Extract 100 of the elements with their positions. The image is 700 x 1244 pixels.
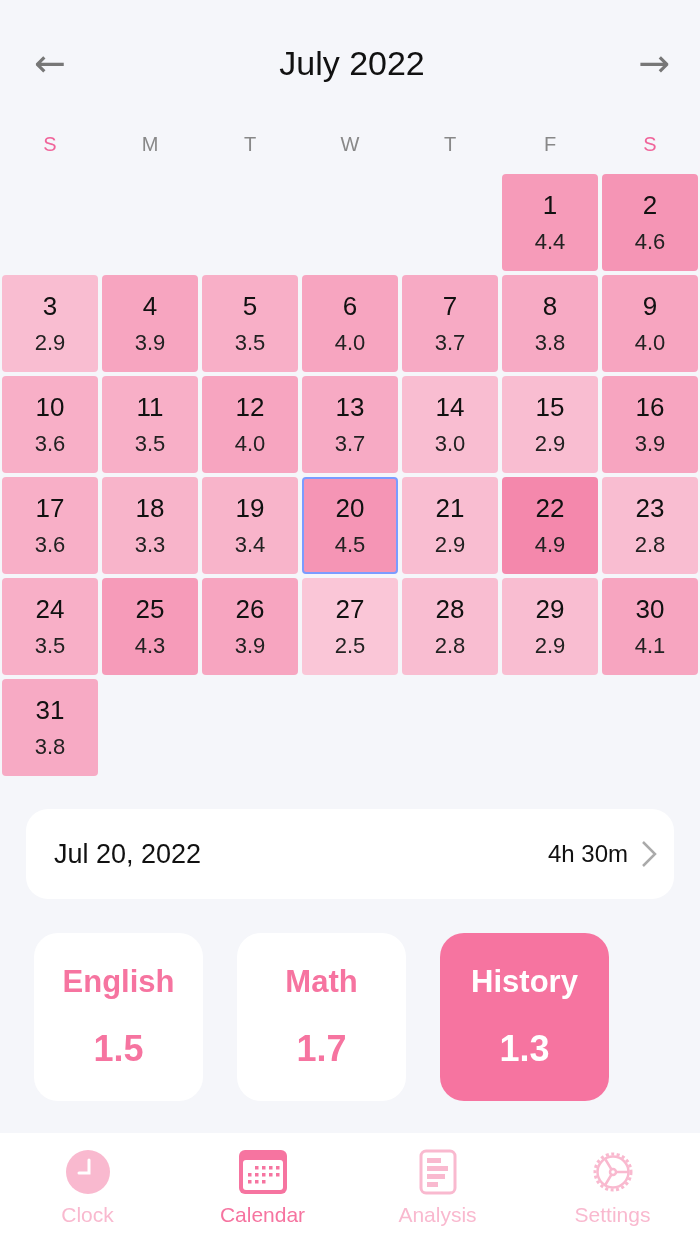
day-cell[interactable]: 9 4.0	[602, 275, 698, 372]
day-number: 1	[542, 190, 558, 221]
day-number: 27	[335, 594, 365, 625]
previous-month-button[interactable]: ←	[30, 44, 70, 82]
summary-duration: 4h 30m	[547, 840, 628, 868]
day-cell[interactable]: 5 3.5	[202, 275, 298, 372]
day-summary-row[interactable]: Jul 20, 2022 4h 30m	[26, 809, 674, 899]
day-value: 3.6	[34, 532, 66, 558]
day-cell[interactable]: 4 3.9	[102, 275, 198, 372]
day-value: 4.1	[634, 633, 666, 659]
day-value: 2.8	[434, 633, 466, 659]
day-value: 4.5	[334, 532, 366, 558]
day-cell[interactable]: 28 2.8	[402, 578, 498, 675]
day-number: 11	[136, 392, 164, 423]
day-cell[interactable]: 1 4.4	[502, 174, 598, 271]
day-value: 2.8	[634, 532, 666, 558]
day-cell[interactable]: 16 3.9	[602, 376, 698, 473]
day-number: 28	[435, 594, 465, 625]
day-cell[interactable]: 22 4.9	[502, 477, 598, 574]
day-value: 3.6	[34, 431, 66, 457]
weekday-label: W	[339, 132, 361, 156]
weekday-label: F	[542, 132, 558, 156]
day-number: 13	[335, 392, 365, 423]
day-number: 9	[642, 291, 658, 322]
day-cell[interactable]: 21 2.9	[402, 477, 498, 574]
day-cell[interactable]: 14 3.0	[402, 376, 498, 473]
day-cell[interactable]: 12 4.0	[202, 376, 298, 473]
day-number: 20	[335, 493, 365, 524]
day-cell[interactable]: 3 2.9	[2, 275, 98, 372]
next-month-button[interactable]: →	[634, 44, 674, 82]
day-number: 22	[535, 493, 565, 524]
day-number: 5	[242, 291, 258, 322]
subject-name: English	[62, 964, 175, 1000]
day-cell[interactable]: 20 4.5	[302, 477, 398, 574]
day-cell[interactable]: 8 3.8	[502, 275, 598, 372]
day-cell[interactable]: 7 3.7	[402, 275, 498, 372]
day-value: 4.9	[534, 532, 566, 558]
day-number: 16	[635, 392, 665, 423]
day-number: 12	[235, 392, 265, 423]
day-value: 3.7	[434, 330, 466, 356]
day-value: 4.6	[634, 229, 666, 255]
day-value: 3.9	[134, 330, 166, 356]
weekday-label: S	[42, 132, 58, 156]
day-value: 3.9	[634, 431, 666, 457]
day-number: 19	[235, 493, 265, 524]
day-cell[interactable]: 30 4.1	[602, 578, 698, 675]
day-value: 2.9	[434, 532, 466, 558]
day-value: 3.3	[134, 532, 166, 558]
clock-icon	[64, 1149, 111, 1195]
day-number: 23	[635, 493, 665, 524]
subject-value: 1.3	[499, 1028, 550, 1070]
day-number: 30	[635, 594, 665, 625]
day-cell[interactable]: 17 3.6	[2, 477, 98, 574]
day-number: 24	[35, 594, 65, 625]
day-number: 3	[42, 291, 58, 322]
day-value: 2.9	[34, 330, 66, 356]
day-cell[interactable]: 27 2.5	[302, 578, 398, 675]
subject-name: History	[471, 964, 578, 1000]
day-number: 8	[542, 291, 558, 322]
day-number: 6	[342, 291, 358, 322]
day-cell[interactable]: 23 2.8	[602, 477, 698, 574]
day-number: 31	[35, 695, 65, 726]
day-number: 29	[535, 594, 565, 625]
day-value: 4.0	[334, 330, 366, 356]
day-cell[interactable]: 19 3.4	[202, 477, 298, 574]
day-cell[interactable]: 10 3.6	[2, 376, 98, 473]
day-number: 2	[642, 190, 658, 221]
day-number: 10	[35, 392, 65, 423]
day-value: 2.9	[534, 633, 566, 659]
day-value: 2.5	[334, 633, 366, 659]
day-cell[interactable]: 31 3.8	[2, 679, 98, 776]
day-cell[interactable]: 15 2.9	[502, 376, 598, 473]
day-cell[interactable]: 2 4.6	[602, 174, 698, 271]
report-icon	[418, 1149, 457, 1195]
day-value: 3.8	[534, 330, 566, 356]
day-cell[interactable]: 29 2.9	[502, 578, 598, 675]
day-value: 4.3	[134, 633, 166, 659]
summary-date: Jul 20, 2022	[54, 838, 203, 870]
day-cell[interactable]: 24 3.5	[2, 578, 98, 675]
day-cell[interactable]: 13 3.7	[302, 376, 398, 473]
day-number: 7	[442, 291, 458, 322]
subject-name: Math	[285, 964, 358, 1000]
day-number: 26	[235, 594, 265, 625]
day-number: 18	[135, 493, 165, 524]
day-number: 14	[435, 392, 465, 423]
day-cell[interactable]: 6 4.0	[302, 275, 398, 372]
weekday-label: M	[140, 132, 160, 156]
day-cell[interactable]: 25 4.3	[102, 578, 198, 675]
day-cell[interactable]: 26 3.9	[202, 578, 298, 675]
day-cell[interactable]: 18 3.3	[102, 477, 198, 574]
day-value: 3.4	[234, 532, 266, 558]
subject-value: 1.7	[296, 1028, 347, 1070]
day-value: 4.4	[534, 229, 566, 255]
day-cell[interactable]: 11 3.5	[102, 376, 198, 473]
day-value: 3.8	[34, 734, 66, 760]
day-value: 4.0	[234, 431, 266, 457]
day-value: 3.0	[434, 431, 466, 457]
weekday-label: T	[242, 132, 258, 156]
day-value: 2.9	[534, 431, 566, 457]
month-title: July 2022	[279, 43, 425, 83]
